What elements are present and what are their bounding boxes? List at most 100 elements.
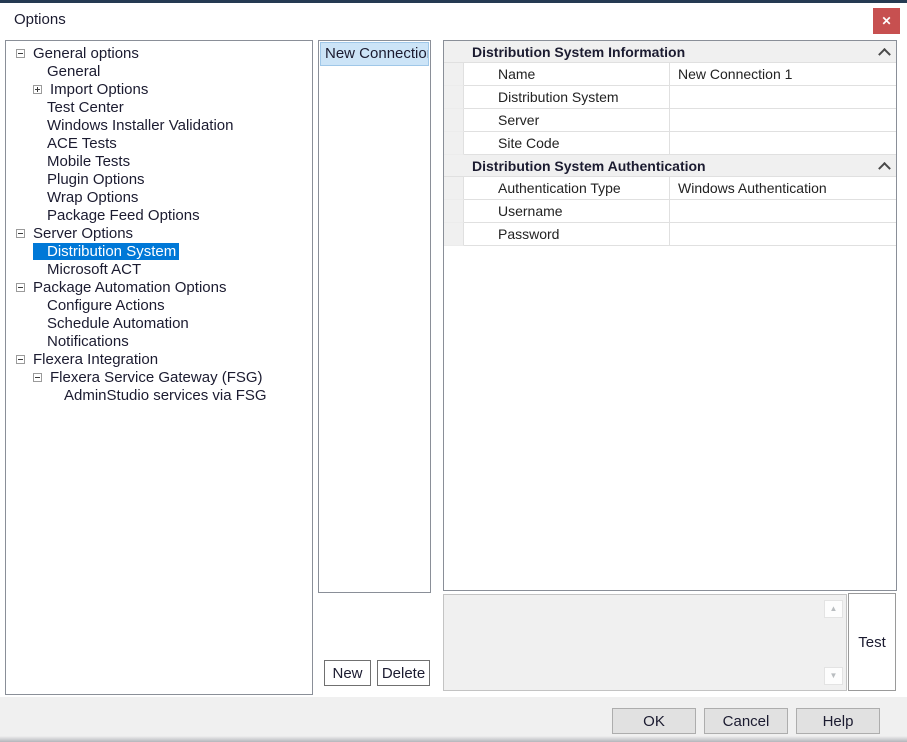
tree-item-package-feed-options[interactable]: Package Feed Options (6, 206, 312, 224)
collapse-box-icon[interactable] (16, 49, 25, 58)
property-value-field[interactable] (670, 223, 896, 246)
new-button[interactable]: New (324, 660, 371, 686)
triangle-down-icon: ▼ (830, 672, 838, 680)
section-header-distribution-system-authentication: Distribution System Authentication (444, 155, 896, 177)
property-value-field[interactable] (670, 132, 896, 155)
tree-item-label: Package Feed Options (33, 207, 203, 224)
property-row-name: NameNew Connection 1 (444, 63, 896, 86)
row-gutter (444, 223, 464, 246)
property-label: Distribution System (464, 86, 670, 109)
property-value-field[interactable] (670, 200, 896, 223)
cancel-button[interactable]: Cancel (704, 708, 788, 734)
tree-item-schedule-automation[interactable]: Schedule Automation (6, 314, 312, 332)
tree-item-server-options[interactable]: Server Options (6, 224, 312, 242)
collapse-section-button[interactable] (872, 41, 896, 63)
tree-item-adminstudio-services-via-fsg[interactable]: AdminStudio services via FSG (6, 386, 312, 404)
tree-item-distribution-system[interactable]: Distribution System (6, 242, 312, 260)
tree-item-label: Wrap Options (33, 189, 141, 206)
property-row-server: Server (444, 109, 896, 132)
scroll-up-button[interactable]: ▲ (824, 600, 843, 618)
row-gutter (444, 86, 464, 109)
tree-item-windows-installer-validation[interactable]: Windows Installer Validation (6, 116, 312, 134)
row-gutter (444, 200, 464, 223)
tree-item-plugin-options[interactable]: Plugin Options (6, 170, 312, 188)
property-row-password: Password (444, 223, 896, 246)
property-value-field[interactable] (670, 109, 896, 132)
tree-item-general-options[interactable]: General options (6, 44, 312, 62)
options-tree: General optionsGeneralImport OptionsTest… (5, 40, 313, 695)
chevron-up-icon (878, 162, 891, 175)
property-grid: Distribution System Information NameNew C… (443, 40, 897, 591)
row-gutter (444, 109, 464, 132)
tree-item-microsoft-act[interactable]: Microsoft ACT (6, 260, 312, 278)
property-value-field[interactable] (670, 86, 896, 109)
test-result-box: ▲ ▼ (443, 594, 847, 691)
tree-item-label: ACE Tests (33, 135, 120, 152)
tree-item-general[interactable]: General (6, 62, 312, 80)
list-item-new-connection-1[interactable]: New Connection 1 (320, 42, 429, 66)
property-label: Site Code (464, 132, 670, 155)
tree-item-label: Notifications (33, 333, 132, 350)
expand-box-icon[interactable] (33, 85, 42, 94)
ok-button[interactable]: OK (612, 708, 696, 734)
section-title: Distribution System Authentication (444, 158, 872, 174)
property-value-field[interactable]: Windows Authentication (670, 177, 896, 200)
window-title: Options (14, 11, 66, 28)
property-label: Username (464, 200, 670, 223)
tree-item-label: AdminStudio services via FSG (50, 387, 270, 404)
close-icon: ✕ (881, 15, 891, 27)
tree-item-test-center[interactable]: Test Center (6, 98, 312, 116)
collapse-box-icon[interactable] (16, 283, 25, 292)
tree-item-notifications[interactable]: Notifications (6, 332, 312, 350)
property-label: Password (464, 223, 670, 246)
collapse-box-icon[interactable] (16, 355, 25, 364)
row-gutter (444, 63, 464, 86)
triangle-up-icon: ▲ (830, 605, 838, 613)
tree-item-label: Microsoft ACT (33, 261, 144, 278)
tree-item-label: Import Options (47, 81, 151, 98)
tree-item-label: Package Automation Options (30, 279, 229, 296)
section-title: Distribution System Information (444, 44, 872, 60)
close-button[interactable]: ✕ (873, 8, 900, 34)
tree-item-configure-actions[interactable]: Configure Actions (6, 296, 312, 314)
test-button[interactable]: Test (848, 593, 896, 691)
tree-item-label: Plugin Options (33, 171, 148, 188)
property-row-distribution-system: Distribution System (444, 86, 896, 109)
tree-item-flexera-integration[interactable]: Flexera Integration (6, 350, 312, 368)
collapse-box-icon[interactable] (33, 373, 42, 382)
row-gutter (444, 177, 464, 200)
tree-item-label: General (33, 63, 103, 80)
tree-item-label: Schedule Automation (33, 315, 192, 332)
property-value-field[interactable]: New Connection 1 (670, 63, 896, 86)
window-top-border (0, 0, 907, 3)
collapse-section-button[interactable] (872, 155, 896, 177)
tree-item-ace-tests[interactable]: ACE Tests (6, 134, 312, 152)
property-row-site-code: Site Code (444, 132, 896, 155)
tree-item-package-automation-options[interactable]: Package Automation Options (6, 278, 312, 296)
connections-list: New Connection 1 (318, 40, 431, 593)
delete-button[interactable]: Delete (377, 660, 430, 686)
tree-item-label: Mobile Tests (33, 153, 133, 170)
tree-item-import-options[interactable]: Import Options (6, 80, 312, 98)
property-label: Authentication Type (464, 177, 670, 200)
scroll-down-button[interactable]: ▼ (824, 667, 843, 685)
tree-item-label: Windows Installer Validation (33, 117, 236, 134)
tree-item-flexera-service-gateway-fsg[interactable]: Flexera Service Gateway (FSG) (6, 368, 312, 386)
tree-item-label: Flexera Service Gateway (FSG) (47, 369, 266, 386)
property-row-username: Username (444, 200, 896, 223)
tree-item-mobile-tests[interactable]: Mobile Tests (6, 152, 312, 170)
row-gutter (444, 132, 464, 155)
collapse-box-icon[interactable] (16, 229, 25, 238)
tree-item-label: Distribution System (33, 243, 179, 260)
tree-item-label: Test Center (33, 99, 127, 116)
tree-item-label: Flexera Integration (30, 351, 161, 368)
help-button[interactable]: Help (796, 708, 880, 734)
footer-bar: OK Cancel Help (0, 697, 907, 742)
tree-item-label: Configure Actions (33, 297, 168, 314)
tree-item-label: General options (30, 45, 142, 62)
tree-item-wrap-options[interactable]: Wrap Options (6, 188, 312, 206)
tree-item-label: Server Options (30, 225, 136, 242)
chevron-up-icon (878, 48, 891, 61)
property-label: Server (464, 109, 670, 132)
property-row-authentication-type: Authentication TypeWindows Authenticatio… (444, 177, 896, 200)
